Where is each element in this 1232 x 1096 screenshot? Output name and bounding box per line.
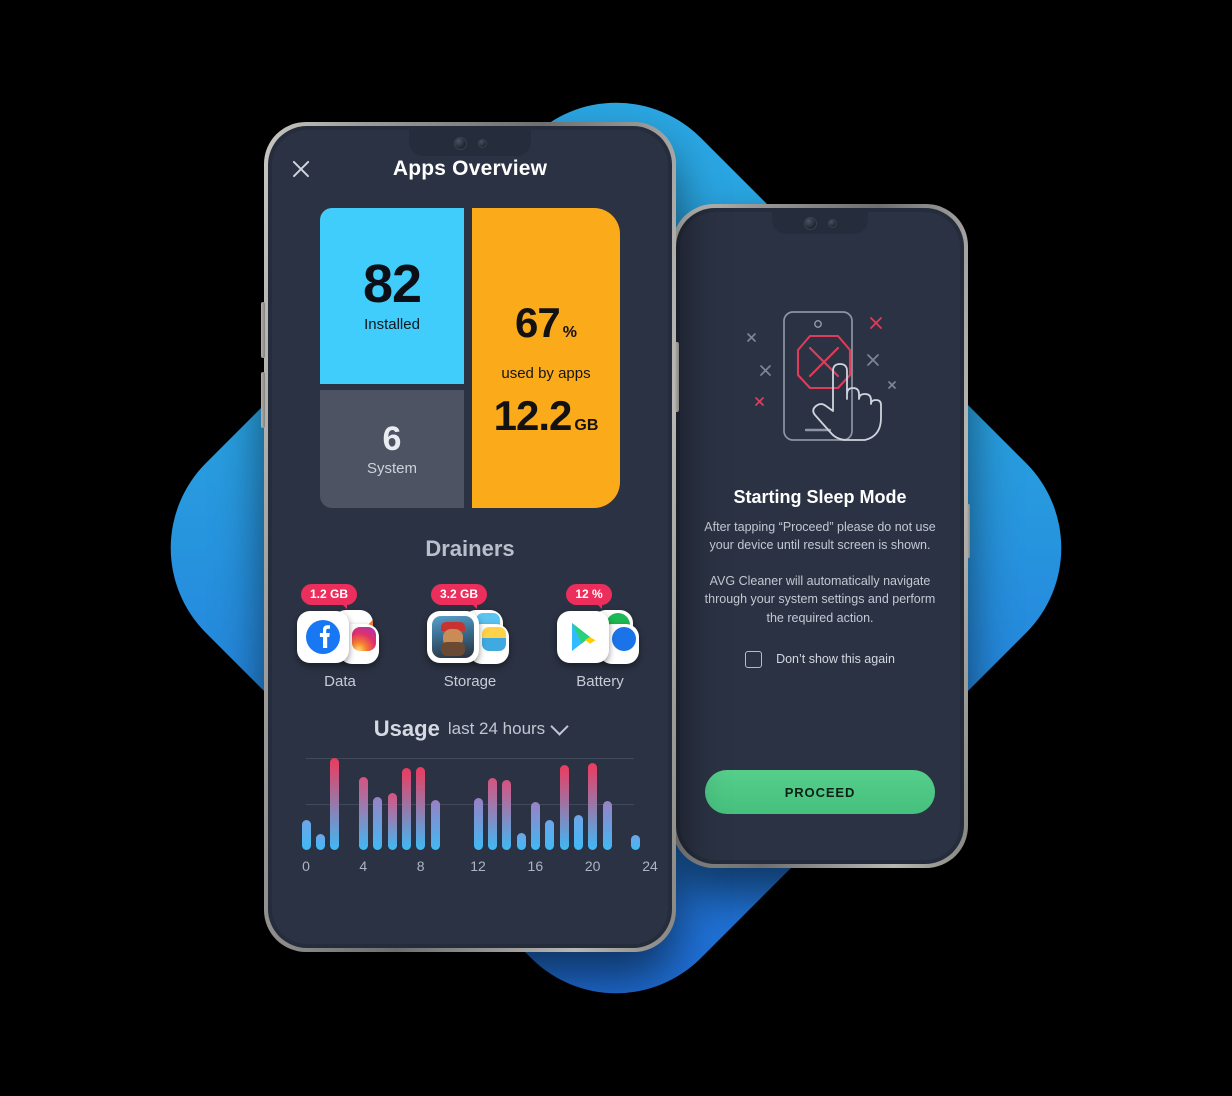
stats-left-column: 82 Installed 6 System [320, 208, 464, 508]
used-caption: used by apps [501, 364, 591, 382]
drainer-badge: 12 % [566, 584, 612, 609]
used-size-unit: GB [574, 416, 599, 434]
chart-x-tick: 8 [416, 858, 425, 874]
drainer-item-data[interactable]: 1.2 GB Data [297, 584, 383, 690]
play-store-icon [557, 611, 609, 663]
chart-bar [416, 767, 426, 850]
stats-cards: 82 Installed 6 System 67 % used by apps [272, 208, 668, 508]
screenshot-stage: Starting Sleep Mode After tapping “Proce… [0, 0, 1232, 1096]
dont-show-again-row[interactable]: Don’t show this again [745, 650, 895, 668]
usage-header[interactable]: Usage last 24 hours [272, 716, 668, 742]
installed-label: Installed [364, 316, 420, 334]
usage-range-label: last 24 hours [447, 719, 546, 738]
chart-bar [530, 802, 540, 850]
chart-bar [315, 834, 325, 850]
chart-bar [502, 780, 512, 850]
drainer-icon-stack [557, 609, 643, 665]
chart-bar [373, 796, 383, 850]
installed-count: 82 [362, 254, 422, 315]
drainer-badge: 1.2 GB [300, 584, 357, 609]
chart-x-tick: 0 [302, 858, 310, 874]
drainer-badge: 3.2 GB [430, 584, 487, 609]
phone1-power-button[interactable] [675, 342, 679, 412]
system-apps-card[interactable]: 6 System [320, 390, 464, 508]
chart-bar [330, 758, 340, 850]
usage-chart [301, 758, 641, 850]
drainer-icon-stack [297, 609, 383, 665]
used-percent-value: 67 [515, 298, 561, 346]
phone-apps-overview: Apps Overview 82 Installed 6 System 67 %… [261, 122, 679, 952]
chart-x-tick: 12 [470, 858, 486, 874]
chart-bar [401, 768, 411, 850]
phone1-volume-down-button[interactable] [261, 372, 265, 428]
sleep-mode-content: Starting Sleep Mode After tapping “Proce… [680, 212, 960, 860]
drainer-icon-stack [427, 609, 513, 665]
chart-x-tick: 16 [527, 858, 544, 874]
chart-bar [473, 797, 483, 850]
facebook-icon [297, 611, 349, 663]
phone2-sensor-icon [827, 218, 837, 228]
chart-bar [430, 800, 440, 850]
chart-bar [559, 765, 569, 850]
chart-bars [301, 758, 641, 850]
phone1-notch [409, 130, 531, 156]
chevron-down-icon[interactable] [550, 717, 569, 736]
dont-show-again-checkbox[interactable] [745, 650, 763, 668]
chart-x-axis: 0 4 8 12 16 20 24 [302, 858, 658, 878]
sleep-mode-paragraph-2: AVG Cleaner will automatically navigate … [704, 574, 936, 625]
game-app-icon [427, 611, 479, 663]
chart-bar [631, 835, 641, 850]
chart-bar [358, 777, 368, 850]
sleep-mode-title: Starting Sleep Mode [733, 487, 907, 507]
phone-sleep-mode: Starting Sleep Mode After tapping “Proce… [670, 204, 970, 868]
dont-show-again-label: Don’t show this again [776, 652, 895, 667]
drainers-title: Drainers [425, 536, 515, 561]
drainer-name: Battery [576, 673, 624, 690]
chart-x-tick: 24 [642, 858, 658, 874]
used-percent-unit: % [562, 323, 577, 341]
sleep-mode-paragraph-1: After tapping “Proceed” please do not us… [704, 520, 936, 553]
chart-x-tick: 4 [359, 858, 368, 874]
phone2-camera-icon [803, 216, 817, 230]
drainers-list: 1.2 GB Data 3.2 GB Storage 12 % Battery [272, 584, 668, 690]
chart-bar [516, 832, 526, 850]
chart-x-tick: 20 [584, 858, 601, 874]
phone1-screen: Apps Overview 82 Installed 6 System 67 %… [272, 130, 668, 944]
drainer-name: Data [324, 673, 356, 690]
chart-bar [602, 801, 612, 850]
chart-bar [301, 819, 311, 850]
used-size-value: 12.2 [493, 391, 573, 439]
storage-used-card[interactable]: 67 % used by apps 12.2 GB [472, 208, 620, 508]
drainer-item-battery[interactable]: 12 % Battery [557, 584, 643, 690]
chart-bar [545, 819, 555, 850]
drainer-name: Storage [443, 673, 497, 690]
phone2-notch [772, 212, 868, 234]
drainer-item-storage[interactable]: 3.2 GB Storage [427, 584, 513, 690]
close-icon[interactable] [288, 156, 314, 182]
chart-bar [387, 792, 397, 850]
phone2-power-button[interactable] [967, 504, 970, 558]
phone1-camera-icon [453, 136, 467, 150]
usage-title: Usage [373, 716, 440, 741]
phone-tap-blocked-icon [732, 292, 908, 465]
page-title: Apps Overview [392, 157, 548, 180]
proceed-button[interactable]: PROCEED [705, 770, 935, 814]
system-label: System [366, 459, 417, 477]
chart-bar [487, 778, 497, 850]
phone1-sensor-icon [477, 138, 487, 148]
system-count: 6 [382, 419, 402, 458]
chart-bar [588, 762, 598, 850]
used-percent-row: 67 % [515, 299, 577, 347]
chart-bar [573, 815, 583, 850]
phone2-screen: Starting Sleep Mode After tapping “Proce… [680, 212, 960, 860]
used-size-row: 12.2 GB [494, 392, 599, 440]
installed-apps-card[interactable]: 82 Installed [320, 208, 464, 385]
phone1-volume-button[interactable] [261, 302, 265, 358]
